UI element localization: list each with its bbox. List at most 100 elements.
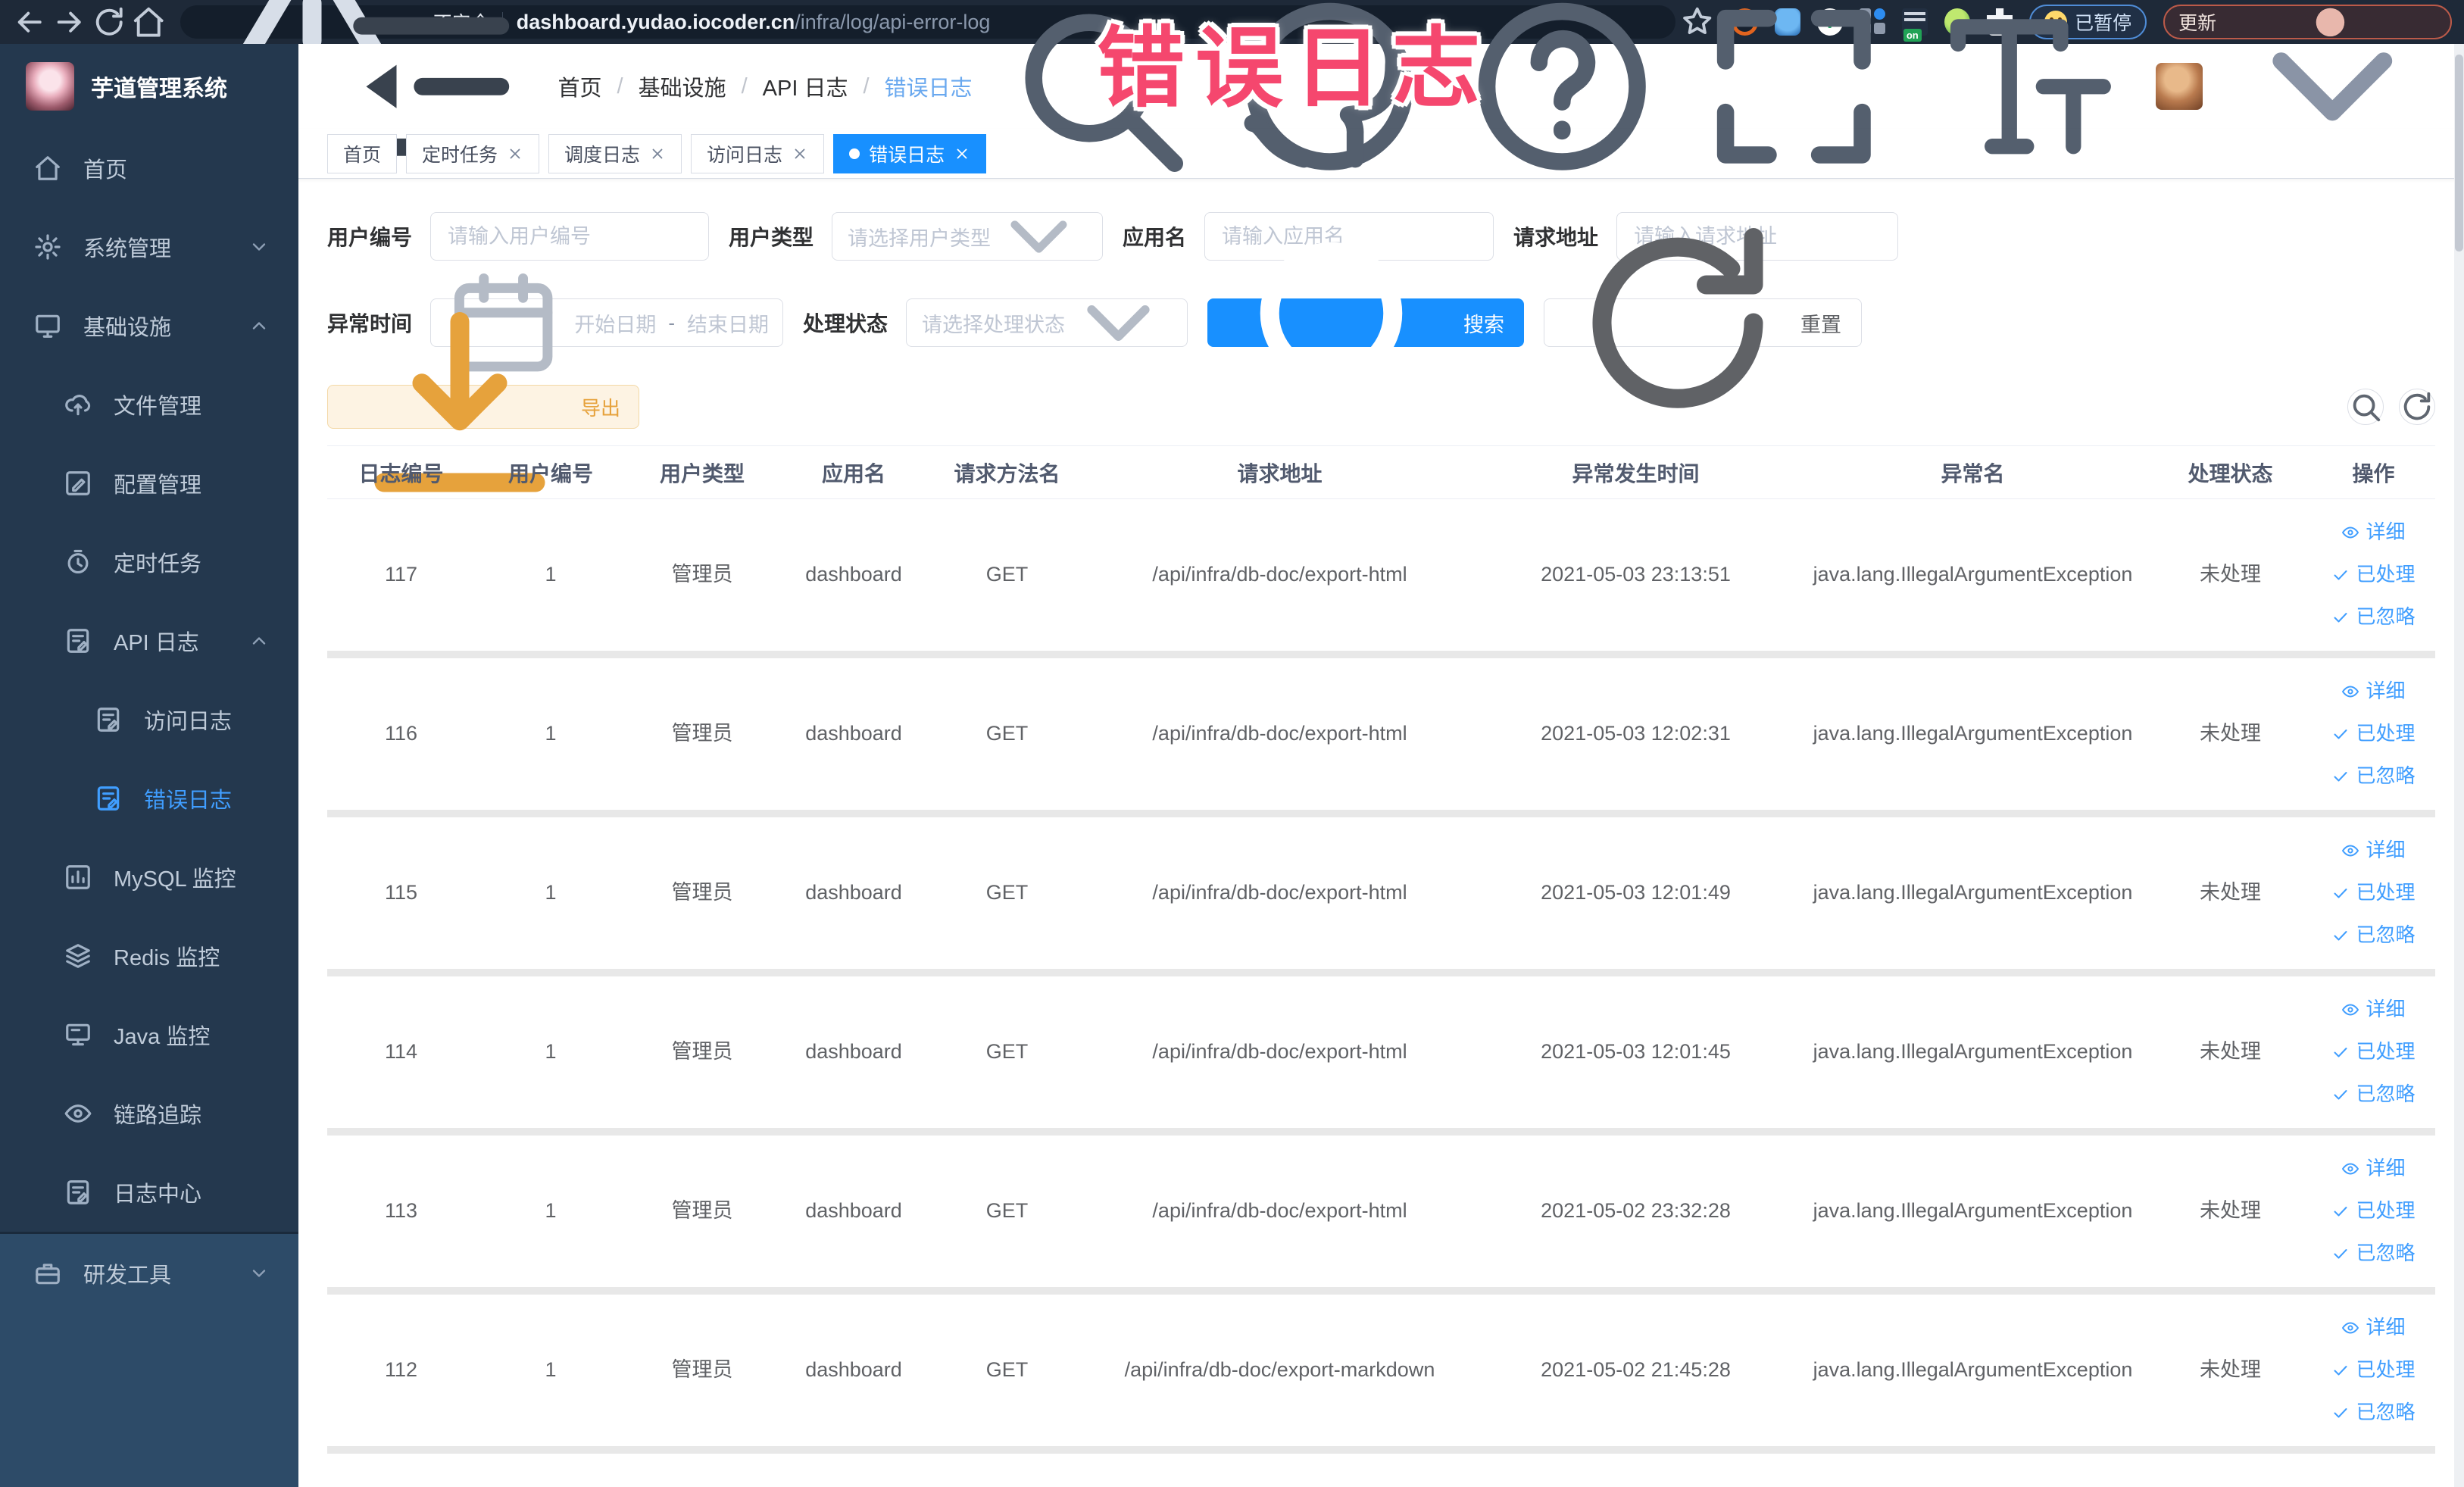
action-label: 已处理 [2356, 563, 2416, 586]
action-已忽略[interactable]: 已忽略 [2331, 603, 2416, 632]
tab-错误日志[interactable]: 错误日志 [833, 133, 987, 173]
breadcrumb-item[interactable]: 首页 [558, 70, 602, 102]
sidebar-item-首页[interactable]: 首页 [0, 129, 298, 208]
chevron-down-icon [1065, 270, 1172, 376]
eye-icon [2341, 1319, 2359, 1337]
tab-首页[interactable]: 首页 [327, 133, 398, 173]
action-详细[interactable]: 详细 [2341, 518, 2406, 547]
action-详细[interactable]: 详细 [2341, 836, 2406, 865]
sidebar-item-定时任务[interactable]: 定时任务 [0, 523, 298, 601]
chevron-down-icon [248, 1263, 270, 1284]
sidebar-item-label: 链路追踪 [114, 1104, 202, 1128]
cell-app_name: dashboard [805, 1358, 902, 1382]
sidebar-item-Java 监控[interactable]: Java 监控 [0, 995, 298, 1074]
cell-url: /api/infra/db-doc/export-html [1152, 1040, 1407, 1064]
cell-user_type: 管理员 [671, 1040, 733, 1064]
logo-image [26, 62, 74, 111]
tab-定时任务[interactable]: 定时任务 [406, 133, 540, 173]
chevron-up-icon [248, 630, 270, 651]
action-详细[interactable]: 详细 [2341, 1154, 2406, 1183]
action-已处理[interactable]: 已处理 [2331, 1356, 2416, 1385]
user-id-label: 用户编号 [327, 226, 413, 249]
browser-home-icon[interactable] [131, 4, 166, 40]
avatar[interactable] [2156, 63, 2203, 110]
table-row: 112 1 管理员 dashboard GET/api/infra/db-doc/exp… [327, 1295, 2435, 1446]
close-icon[interactable] [792, 145, 808, 162]
check-icon [2331, 1086, 2350, 1104]
reload-icon[interactable] [92, 4, 126, 40]
scrollbar-thumb[interactable] [2455, 55, 2463, 251]
process-status-select[interactable]: 请选择处理状态 [906, 298, 1188, 347]
refresh-table-button[interactable] [2399, 389, 2435, 425]
back-icon[interactable] [12, 4, 47, 40]
cell-method: GET [985, 1358, 1029, 1382]
action-已忽略[interactable]: 已忽略 [2331, 1239, 2416, 1268]
close-icon[interactable] [954, 145, 970, 162]
action-已处理[interactable]: 已处理 [2331, 1197, 2416, 1226]
table-header: 日志编号 用户编号 用户类型 应用名 请求方法名 请求地址 异常发生时间 异常名 处理状态 操作 [327, 446, 2435, 499]
table-row: 117 1 管理员 dashboard GET/api/infra/db-doc/exp… [327, 499, 2435, 651]
action-已忽略[interactable]: 已忽略 [2331, 1398, 2416, 1427]
row-separator [327, 1287, 2435, 1295]
tab-访问日志[interactable]: 访问日志 [691, 133, 825, 173]
process-status-placeholder: 请选择处理状态 [922, 313, 1066, 336]
close-icon[interactable] [649, 145, 666, 162]
cell-id: 116 [384, 722, 418, 745]
action-详细[interactable]: 详细 [2341, 677, 2406, 706]
toggle-search-button[interactable] [2347, 389, 2384, 425]
close-icon[interactable] [507, 145, 523, 162]
sidebar-item-label: API 日志 [114, 631, 199, 655]
column-header-日志编号: 日志编号 [358, 461, 444, 486]
sidebar-item-基础设施[interactable]: 基础设施 [0, 286, 298, 365]
action-详细[interactable]: 详细 [2341, 995, 2406, 1024]
sidebar-item-错误日志[interactable]: 错误日志 [0, 759, 298, 838]
cell-user_id: 1 [545, 1358, 557, 1382]
check-icon [2331, 725, 2350, 743]
breadcrumb-item[interactable]: 基础设施 [639, 70, 726, 102]
action-已处理[interactable]: 已处理 [2331, 720, 2416, 748]
breadcrumb-item[interactable]: 错误日志 [885, 70, 973, 102]
search-button[interactable]: 搜索 [1207, 242, 1525, 417]
action-已忽略[interactable]: 已忽略 [2331, 921, 2416, 950]
check-icon [2331, 767, 2350, 786]
check-icon [2331, 1245, 2350, 1263]
action-已忽略[interactable]: 已忽略 [2331, 762, 2416, 791]
sidebar-item-API 日志[interactable]: API 日志 [0, 601, 298, 680]
gear-icon [33, 233, 62, 261]
action-label: 已忽略 [2356, 923, 2416, 946]
sidebar-item-链路追踪[interactable]: 链路追踪 [0, 1074, 298, 1153]
export-button[interactable]: 导出 [327, 312, 640, 492]
sidebar-item-访问日志[interactable]: 访问日志 [0, 680, 298, 759]
tab-调度日志[interactable]: 调度日志 [548, 133, 682, 173]
sidebar-item-日志中心[interactable]: 日志中心 [0, 1153, 298, 1232]
action-label: 已忽略 [2356, 1241, 2416, 1264]
sidebar-logo[interactable]: 芋道管理系统 [0, 44, 298, 129]
breadcrumb: 首页 / 基础设施 / API 日志 / 错误日志 [558, 70, 973, 102]
sidebar-item-研发工具[interactable]: 研发工具 [0, 1234, 298, 1313]
column-header-应用名: 应用名 [821, 461, 885, 486]
cell-method: GET [985, 563, 1029, 586]
sidebar-item-MySQL 监控[interactable]: MySQL 监控 [0, 838, 298, 917]
action-详细[interactable]: 详细 [2341, 1314, 2406, 1342]
user-id-input[interactable] [430, 212, 710, 261]
user-type-select[interactable]: 请选择用户类型 [832, 212, 1104, 261]
doc-icon [94, 784, 123, 813]
cell-method: GET [985, 1040, 1029, 1064]
sidebar-item-label: 文件管理 [114, 395, 202, 419]
cell-user_id: 1 [545, 1040, 557, 1064]
page-scrollbar[interactable] [2454, 44, 2464, 1487]
action-已处理[interactable]: 已处理 [2331, 561, 2416, 589]
cell-status: 未处理 [2200, 1358, 2261, 1382]
eye-icon [64, 1099, 92, 1128]
sidebar-item-配置管理[interactable]: 配置管理 [0, 444, 298, 523]
action-已处理[interactable]: 已处理 [2331, 1038, 2416, 1067]
action-已处理[interactable]: 已处理 [2331, 879, 2416, 908]
action-已忽略[interactable]: 已忽略 [2331, 1080, 2416, 1109]
sidebar-item-Redis 监控[interactable]: Redis 监控 [0, 917, 298, 995]
cell-user_id: 1 [545, 1199, 557, 1223]
sidebar-item-系统管理[interactable]: 系统管理 [0, 208, 298, 286]
breadcrumb-item[interactable]: API 日志 [763, 70, 848, 102]
sidebar-item-文件管理[interactable]: 文件管理 [0, 365, 298, 444]
forward-icon[interactable] [52, 4, 86, 40]
reset-button[interactable]: 重置 [1544, 228, 1863, 408]
